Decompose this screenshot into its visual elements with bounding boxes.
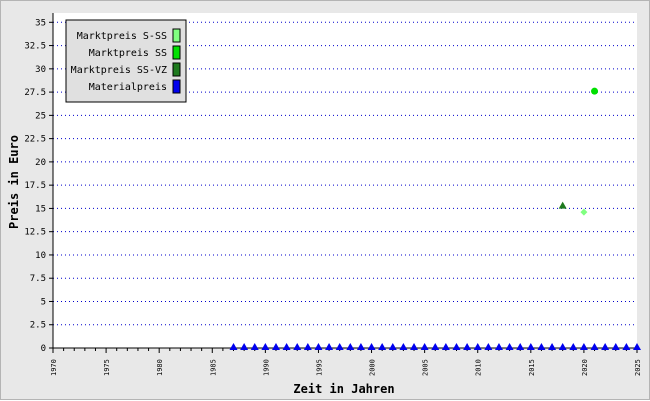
y-tick-label: 17.5 — [24, 181, 46, 191]
x-tick-label: 2000 — [369, 359, 377, 376]
legend-label: Marktpreis SS — [89, 48, 167, 59]
x-tick-label: 1970 — [50, 359, 58, 376]
y-tick-label: 32.5 — [24, 42, 46, 52]
y-tick-labels: 0 2.5 5 7.5 10 12.5 15 17.5 20 22.5 25 27.5 30 32.5 35 — [24, 18, 46, 354]
x-tick-label: 1995 — [315, 359, 323, 376]
chart-frame: 0 2.5 5 7.5 10 12.5 15 17.5 20 22.5 25 27.5 30 32.5 35… — [0, 0, 650, 400]
legend-swatch — [172, 28, 181, 43]
y-tick-label: 27.5 — [24, 88, 46, 98]
x-axis-label: Zeit in Jahren — [293, 382, 394, 396]
legend-swatch — [172, 45, 181, 60]
x-tick-label: 2025 — [634, 359, 642, 376]
y-tick-label: 7.5 — [30, 274, 46, 284]
y-tick-label: 35 — [35, 18, 46, 28]
y-tick-label: 5 — [41, 297, 46, 307]
legend: Marktpreis S-SS Marktpreis SS Marktpreis S… — [65, 19, 187, 103]
x-tick-label: 1985 — [209, 359, 217, 376]
legend-swatch — [172, 79, 181, 94]
x-tick-label: 1980 — [156, 359, 164, 376]
data-point — [591, 87, 599, 95]
y-tick-label: 22.5 — [24, 135, 46, 145]
scatter-chart: 0 2.5 5 7.5 10 12.5 15 17.5 20 22.5 25 27.5 30 32.5 35… — [7, 13, 642, 396]
x-tick-label: 1975 — [103, 359, 111, 376]
y-tick-label: 25 — [35, 111, 46, 121]
y-tick-label: 20 — [35, 158, 46, 168]
legend-label: Materialpreis — [89, 82, 167, 93]
x-tick-label: 2015 — [528, 359, 536, 376]
legend-label: Marktpreis S-SS — [77, 31, 167, 42]
y-tick-label: 2.5 — [30, 321, 46, 331]
legend-label: Marktpreis SS-VZ — [71, 65, 167, 76]
y-tick-label: 12.5 — [24, 228, 46, 238]
legend-swatch — [172, 62, 181, 77]
x-tick-label: 2010 — [475, 359, 483, 376]
x-tick-labels: 1970 1975 1980 1985 1990 1995 2000 2005 2010 2015… — [50, 359, 642, 376]
y-tick-label: 30 — [35, 65, 46, 75]
y-tick-label: 0 — [41, 344, 46, 354]
x-tick-label: 2020 — [581, 359, 589, 376]
y-tick-label: 10 — [35, 251, 46, 261]
x-tick-label: 2005 — [422, 359, 430, 376]
y-tick-label: 15 — [35, 204, 46, 214]
y-axis-label: Preis in Euro — [7, 135, 21, 229]
x-tick-label: 1990 — [262, 359, 270, 376]
